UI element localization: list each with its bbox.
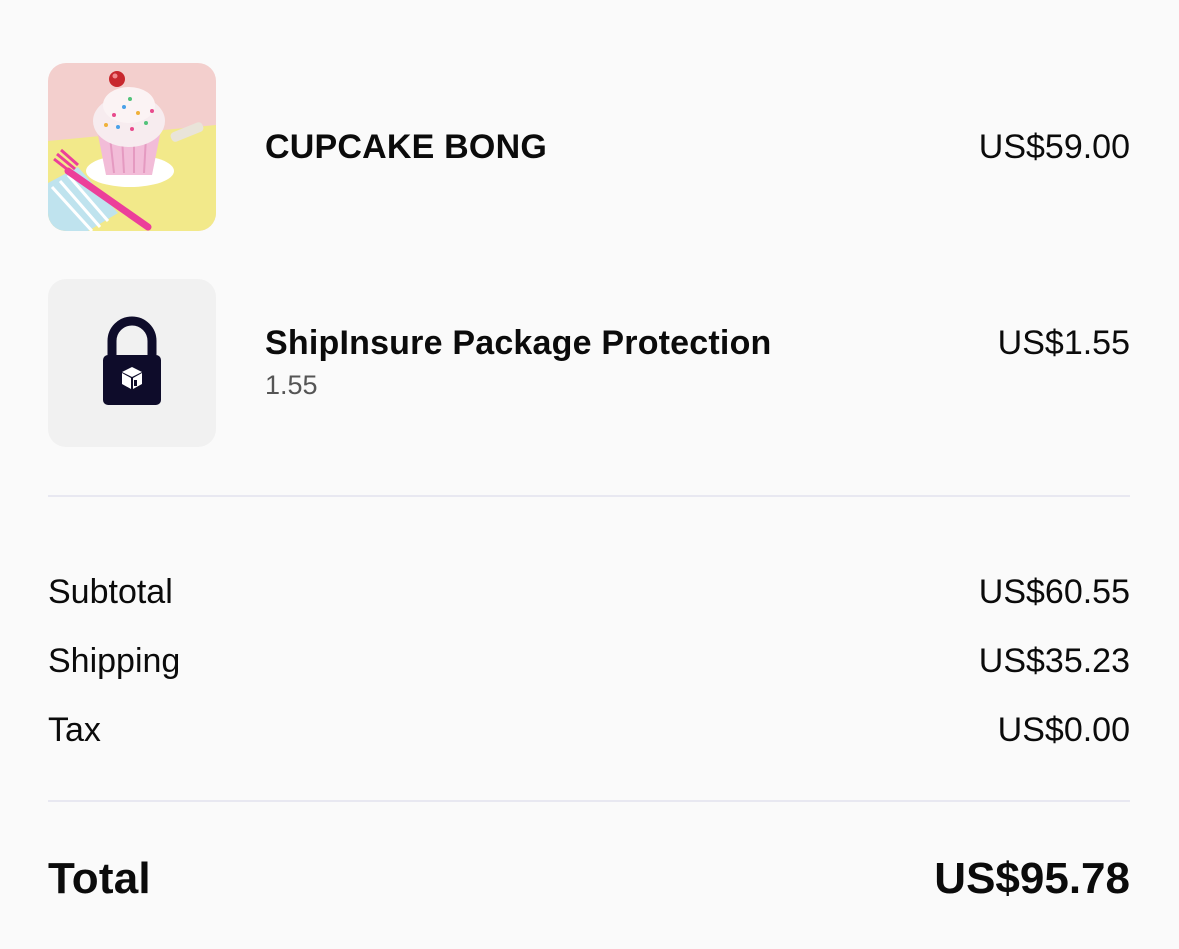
product-variant: 1.55 <box>265 370 318 400</box>
tax-value: US$0.00 <box>997 711 1130 749</box>
line-item-details: CUPCAKE BONG <box>265 130 979 164</box>
tax-row: Tax US$0.00 <box>48 713 1130 747</box>
totals-section: Subtotal US$60.55 Shipping US$35.23 Tax … <box>48 575 1130 747</box>
order-summary: CUPCAKE BONG US$59.00 ShipInsure Package… <box>48 63 1130 901</box>
product-price: US$1.55 <box>997 324 1130 362</box>
total-label: Total <box>48 854 151 903</box>
subtotal-label: Subtotal <box>48 573 173 611</box>
shipping-value: US$35.23 <box>978 642 1130 680</box>
product-name: ShipInsure Package Protection <box>265 324 772 362</box>
shipping-row: Shipping US$35.23 <box>48 644 1130 678</box>
total-value: US$95.78 <box>934 854 1130 903</box>
line-item-shipinsure: ShipInsure Package Protection 1.55 US$1.… <box>48 279 1130 447</box>
total-row: Total US$95.78 <box>48 857 1130 901</box>
subtotal-row: Subtotal US$60.55 <box>48 575 1130 609</box>
line-item-details: ShipInsure Package Protection 1.55 <box>265 326 998 399</box>
cupcake-product-image <box>48 63 216 231</box>
shipping-label: Shipping <box>48 642 181 680</box>
line-item-cupcake-bong: CUPCAKE BONG US$59.00 <box>48 63 1130 231</box>
lock-icon <box>103 316 161 405</box>
product-price: US$59.00 <box>978 128 1130 166</box>
shipinsure-thumbnail <box>48 279 216 447</box>
divider <box>48 800 1130 802</box>
tax-label: Tax <box>48 711 101 749</box>
divider <box>48 495 1130 497</box>
subtotal-value: US$60.55 <box>978 573 1130 611</box>
product-name: CUPCAKE BONG <box>265 128 547 166</box>
